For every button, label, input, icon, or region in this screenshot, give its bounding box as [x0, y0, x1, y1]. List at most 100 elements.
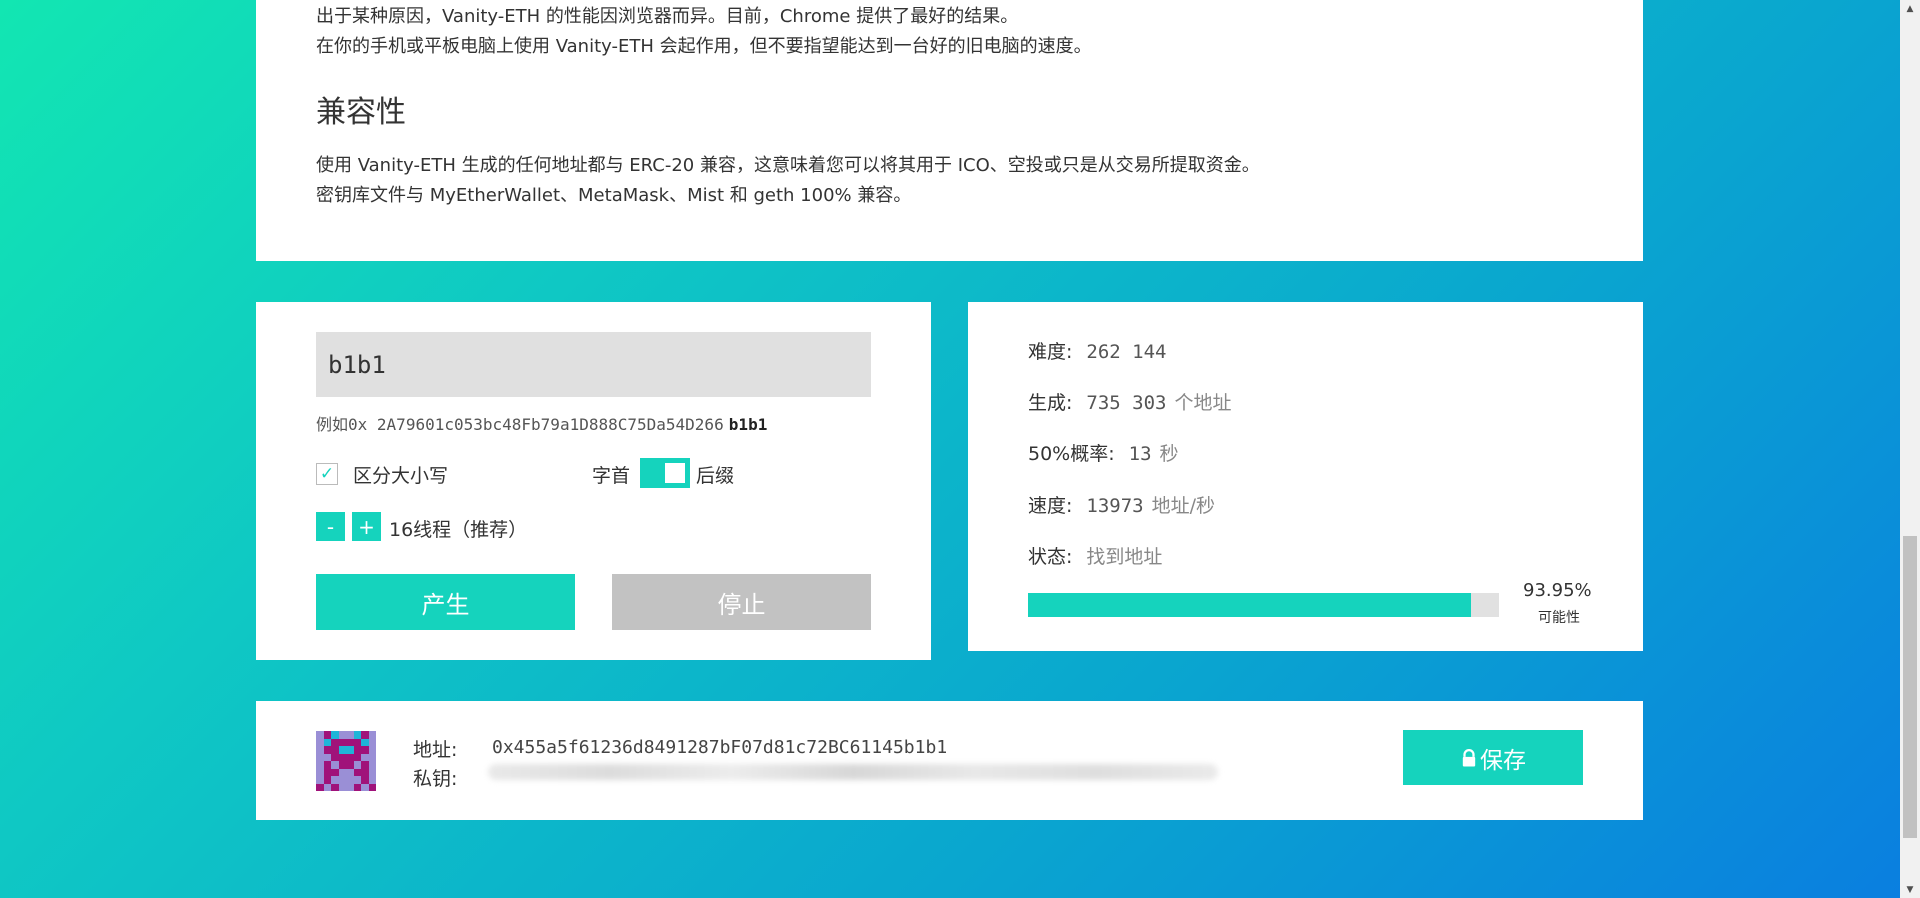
- identicon-cell: [353, 776, 361, 784]
- identicon-cell: [353, 746, 361, 754]
- identicon-cell: [323, 768, 331, 776]
- identicon-cell: [368, 753, 376, 761]
- suffix-label: 后缀: [696, 465, 735, 487]
- difficulty-label: 难度:: [1028, 341, 1073, 363]
- save-button[interactable]: 保存: [1403, 730, 1583, 785]
- identicon-cell: [331, 731, 339, 739]
- vanity-pattern-input[interactable]: [316, 332, 871, 397]
- probability-row: 50%概率: 13 秒: [1028, 439, 1179, 466]
- identicon-cell: [361, 768, 369, 776]
- identicon-cell: [323, 738, 331, 746]
- increase-threads-button[interactable]: +: [352, 512, 381, 541]
- generated-value: 735 303: [1086, 392, 1167, 414]
- identicon-cell: [338, 753, 346, 761]
- identicon-cell: [323, 783, 331, 791]
- identicon-cell: [331, 776, 339, 784]
- case-sensitive-checkbox[interactable]: ✓: [316, 463, 338, 485]
- identicon-cell: [353, 783, 361, 791]
- prefix-label: 字首: [592, 465, 631, 487]
- generate-button[interactable]: 产生: [316, 574, 575, 630]
- identicon-cell: [353, 731, 361, 739]
- identicon-cell: [368, 776, 376, 784]
- example-address: 例如0x 2A79601c053bc48Fb79a1D888C75Da54D26…: [316, 411, 767, 435]
- identicon-cell: [316, 761, 324, 769]
- identicon-cell: [316, 753, 324, 761]
- probability-value: 13: [1128, 443, 1152, 465]
- status-label: 状态:: [1028, 546, 1073, 568]
- page-scrollbar[interactable]: ▲ ▼: [1900, 0, 1920, 898]
- identicon-cell: [331, 783, 339, 791]
- scroll-up-icon[interactable]: ▲: [1900, 0, 1920, 17]
- identicon-cell: [361, 753, 369, 761]
- identicon-cell: [368, 746, 376, 754]
- identicon-cell: [361, 776, 369, 784]
- identicon-cell: [361, 746, 369, 754]
- identicon-cell: [331, 738, 339, 746]
- identicon-cell: [368, 761, 376, 769]
- generated-unit: 个地址: [1174, 392, 1232, 414]
- identicon-cell: [323, 776, 331, 784]
- save-label: 保存: [1480, 747, 1526, 774]
- identicon-cell: [316, 738, 324, 746]
- scroll-thumb[interactable]: [1903, 536, 1917, 838]
- identicon-cell: [361, 761, 369, 769]
- identicon-cell: [353, 761, 361, 769]
- identicon-cell: [316, 776, 324, 784]
- example-address-match: b1b1: [728, 415, 768, 434]
- prefix-suffix-toggle[interactable]: [640, 458, 690, 488]
- decrease-threads-button[interactable]: -: [316, 512, 345, 541]
- identicon-cell: [323, 731, 331, 739]
- identicon-cell: [368, 768, 376, 776]
- identicon-cell: [361, 738, 369, 746]
- generator-card: 例如0x 2A79601c053bc48Fb79a1D888C75Da54D26…: [256, 302, 931, 660]
- compatibility-text-keystore: 密钥库文件与 MyEtherWallet、MetaMask、Mist 和 get…: [316, 185, 912, 206]
- mobile-performance-text: 在你的手机或平板电脑上使用 Vanity-ETH 会起作用，但不要指望能达到一台…: [316, 36, 1092, 57]
- identicon-cell: [316, 731, 324, 739]
- identicon-cell: [346, 768, 354, 776]
- result-card: 地址: 0x455a5f61236d8491287bF07d81c72BC611…: [256, 701, 1643, 820]
- address-label: 地址:: [413, 739, 458, 761]
- status-row: 状态: 找到地址: [1028, 542, 1162, 569]
- identicon-cell: [338, 746, 346, 754]
- identicon-cell: [353, 738, 361, 746]
- private-key-value: [488, 764, 1218, 780]
- progress-percent: 93.95%: [1523, 580, 1592, 601]
- identicon-cell: [316, 768, 324, 776]
- lock-icon: [1462, 748, 1476, 766]
- browser-performance-text: 出于某种原因，Vanity-ETH 的性能因浏览器而异。目前，Chrome 提供…: [316, 6, 1019, 27]
- example-prefix: 例如: [316, 415, 349, 434]
- generated-row: 生成: 735 303 个地址: [1028, 388, 1232, 415]
- status-value: 找到地址: [1086, 546, 1163, 568]
- identicon-cell: [316, 746, 324, 754]
- scroll-down-icon[interactable]: ▼: [1900, 881, 1920, 898]
- identicon-cell: [368, 738, 376, 746]
- difficulty-value: 262 144: [1086, 341, 1167, 363]
- about-card: 出于某种原因，Vanity-ETH 的性能因浏览器而异。目前，Chrome 提供…: [256, 0, 1643, 261]
- speed-unit: 地址/秒: [1151, 495, 1216, 517]
- identicon-cell: [323, 761, 331, 769]
- address-identicon: [316, 731, 376, 791]
- identicon-cell: [331, 768, 339, 776]
- identicon-cell: [331, 761, 339, 769]
- identicon-cell: [353, 753, 361, 761]
- address-value: 0x455a5f61236d8491287bF07d81c72BC61145b1…: [492, 737, 948, 758]
- identicon-cell: [361, 731, 369, 739]
- case-sensitive-label: 区分大小写: [353, 465, 449, 487]
- identicon-cell: [346, 753, 354, 761]
- speed-value: 13973: [1086, 495, 1144, 517]
- identicon-cell: [338, 731, 346, 739]
- identicon-cell: [346, 731, 354, 739]
- speed-row: 速度: 13973 地址/秒: [1028, 491, 1215, 518]
- identicon-cell: [338, 783, 346, 791]
- progress-fill: [1028, 593, 1471, 617]
- stats-card: 难度: 262 144 生成: 735 303 个地址 50%概率: 13 秒 速度: 13…: [968, 302, 1643, 651]
- speed-label: 速度:: [1028, 495, 1073, 517]
- progress-caption: 可能性: [1538, 610, 1580, 626]
- private-key-label: 私钥:: [413, 768, 458, 790]
- threads-label: 16线程（推荐）: [389, 519, 528, 541]
- difficulty-row: 难度: 262 144: [1028, 337, 1166, 364]
- identicon-cell: [331, 753, 339, 761]
- compatibility-text-erc20: 使用 Vanity-ETH 生成的任何地址都与 ERC-20 兼容，这意味着您可…: [316, 155, 1260, 176]
- stop-button[interactable]: 停止: [612, 574, 871, 630]
- identicon-cell: [368, 783, 376, 791]
